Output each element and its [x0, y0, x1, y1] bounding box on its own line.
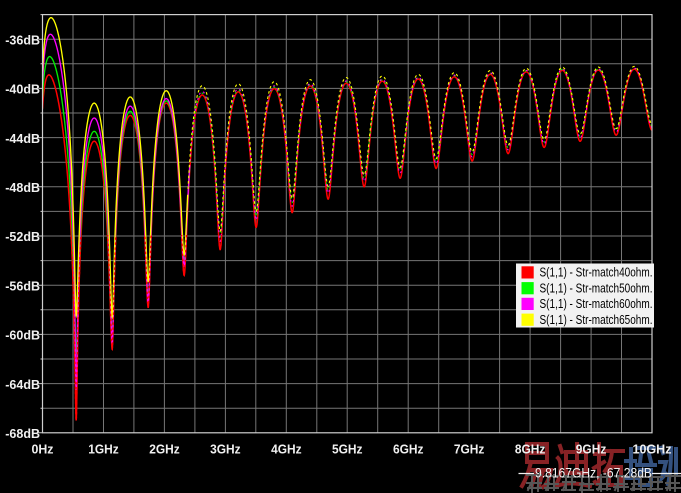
svg-text:1GHz: 1GHz — [88, 443, 119, 457]
svg-text:10GHz: 10GHz — [633, 443, 672, 457]
svg-text:0Hz: 0Hz — [32, 443, 54, 457]
svg-text:-48dB: -48dB — [5, 181, 40, 195]
svg-text:-52dB: -52dB — [5, 230, 40, 244]
svg-text:S(1,1) - Str-match65ohm.: S(1,1) - Str-match65ohm. — [540, 312, 653, 327]
svg-text:3GHz: 3GHz — [210, 443, 241, 457]
svg-text:9GHz: 9GHz — [576, 443, 607, 457]
svg-text:S(1,1) - Str-match40ohm.: S(1,1) - Str-match40ohm. — [540, 265, 653, 280]
svg-text:S(1,1) - Str-match60ohm.: S(1,1) - Str-match60ohm. — [540, 296, 653, 311]
svg-text:-56dB: -56dB — [5, 279, 40, 293]
svg-text:8GHz: 8GHz — [515, 443, 546, 457]
svg-text:-64dB: -64dB — [5, 378, 40, 392]
svg-text:-36dB: -36dB — [5, 33, 40, 47]
svg-text:-44dB: -44dB — [5, 132, 40, 146]
svg-text:S(1,1) - Str-match50ohm.: S(1,1) - Str-match50ohm. — [540, 280, 653, 295]
svg-text:6GHz: 6GHz — [393, 443, 424, 457]
svg-text:2GHz: 2GHz — [149, 443, 180, 457]
svg-text:9.8167GHz, -67.28dB: 9.8167GHz, -67.28dB — [535, 465, 652, 481]
svg-text:-40dB: -40dB — [5, 83, 40, 97]
svg-text:-68dB: -68dB — [5, 427, 40, 441]
svg-text:7GHz: 7GHz — [454, 443, 485, 457]
svg-text:5GHz: 5GHz — [332, 443, 363, 457]
svg-text:-60dB: -60dB — [5, 329, 40, 343]
svg-text:4GHz: 4GHz — [271, 443, 302, 457]
